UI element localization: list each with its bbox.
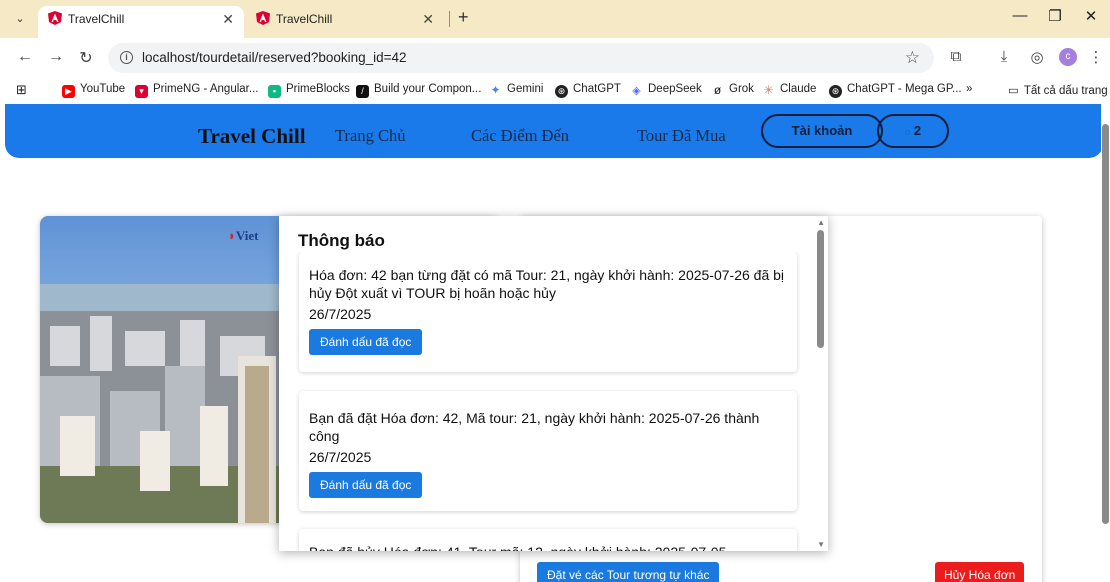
logo-text: Viet xyxy=(235,228,259,243)
bookmark-deepseek[interactable]: ◈ DeepSeek xyxy=(630,83,702,98)
bookmark-label: Tất cả dấu trang xyxy=(1023,85,1108,97)
profile-avatar[interactable]: c xyxy=(1059,48,1077,66)
notification-list[interactable]: Hóa đơn: 42 bạn từng đặt có mã Tour: 21,… xyxy=(279,252,814,551)
forward-icon[interactable]: → xyxy=(46,48,66,66)
primeng-icon: ▾ xyxy=(135,85,148,98)
notification-text: Bạn đã đặt Hóa đơn: 42, Mã tour: 21, ngà… xyxy=(309,410,760,444)
bookmarks-overflow-icon[interactable]: » xyxy=(966,83,972,95)
bell-icon: ◌ xyxy=(904,127,911,137)
site-navbar: Travel Chill Trang Chủ Các Điểm Đến Tour… xyxy=(5,104,1103,158)
bookmark-label: Build your Compon... xyxy=(374,83,482,95)
notification-dropdown: Thông báo Hóa đơn: 42 bạn từng đặt có mã… xyxy=(279,216,828,551)
reload-icon[interactable]: ↻ xyxy=(76,48,96,68)
bookmark-label: Gemini xyxy=(507,83,544,95)
menu-kebab-icon[interactable]: ⋮ xyxy=(1086,48,1106,66)
close-window-icon[interactable]: ✕ xyxy=(1076,7,1106,25)
bookmark-chatgpt-mega[interactable]: ⊛ ChatGPT - Mega GP... xyxy=(829,83,962,98)
cancel-invoice-button[interactable]: Hủy Hóa đơn xyxy=(935,562,1025,582)
primeblocks-icon: ▪ xyxy=(268,85,281,98)
logo-icon: ◗ xyxy=(228,228,236,243)
bookmark-v0[interactable]: / Build your Compon... xyxy=(356,83,481,98)
book-similar-tours-button[interactable]: Đặt vé các Tour tương tự khác xyxy=(537,562,720,582)
bookmark-primeng[interactable]: ▾ PrimeNG - Angular... xyxy=(135,83,258,98)
tab-divider xyxy=(449,11,450,27)
bookmark-label: Claude xyxy=(780,83,817,95)
tab-close-icon[interactable]: ✕ xyxy=(422,6,434,32)
nav-link-home[interactable]: Trang Chủ xyxy=(335,126,405,146)
brand-watermark: ◗Viet xyxy=(228,228,258,244)
notification-text: Bạn đã hủy Hóa đơn: 41, Tour mã: 12, ngà… xyxy=(309,543,785,551)
notification-date: 26/7/2025 xyxy=(309,449,372,465)
deepseek-icon: ◈ xyxy=(632,85,641,97)
lens-icon[interactable]: ◎ xyxy=(1027,48,1047,66)
notification-item: Bạn đã đặt Hóa đơn: 42, Mã tour: 21, ngà… xyxy=(299,391,797,511)
tab-strip: ⌄ TravelChill ✕ TravelChill ✕ + — ❐ ✕ xyxy=(0,0,1110,38)
bookmark-gemini[interactable]: ✦ Gemini xyxy=(489,83,543,97)
chatgpt-icon: ⊛ xyxy=(555,85,568,98)
page-content: Travel Chill Trang Chủ Các Điểm Đến Tour… xyxy=(0,104,1110,582)
tab-travelchill[interactable]: TravelChill ✕ xyxy=(248,6,444,38)
notification-button[interactable]: ◌ 2 xyxy=(877,114,949,148)
bookmark-primeblocks[interactable]: ▪ PrimeBlocks xyxy=(268,83,350,98)
bookmark-grok[interactable]: ø Grok xyxy=(711,83,754,97)
bookmark-chatgpt[interactable]: ⊛ ChatGPT xyxy=(555,83,621,98)
bookmark-youtube[interactable]: ▶ YouTube xyxy=(62,83,125,98)
tab-title: TravelChill xyxy=(68,12,125,26)
account-button[interactable]: Tài khoản xyxy=(761,114,883,148)
angular-favicon-icon xyxy=(48,11,62,25)
folder-icon: ▭ xyxy=(1008,85,1019,97)
tab-search-chevron-icon[interactable]: ⌄ xyxy=(9,9,31,29)
youtube-icon: ▶ xyxy=(62,85,75,98)
apps-grid-icon[interactable]: ⊞ xyxy=(16,82,27,98)
notification-count: 2 xyxy=(913,123,922,138)
bookmark-label: PrimeBlocks xyxy=(286,83,350,95)
mark-as-read-button[interactable]: Đánh dấu đã đọc xyxy=(309,329,423,355)
tab-close-icon[interactable]: ✕ xyxy=(222,6,234,32)
site-info-icon[interactable]: i xyxy=(120,51,133,64)
download-icon[interactable]: ⤓ xyxy=(994,48,1014,65)
page-scrollbar-thumb[interactable] xyxy=(1102,124,1109,524)
bookmark-label: PrimeNG - Angular... xyxy=(153,83,259,95)
notification-title: Thông báo xyxy=(298,231,385,250)
new-tab-icon[interactable]: + xyxy=(458,7,469,28)
all-bookmarks-folder[interactable]: ▭ Tất cả dấu trang xyxy=(1008,83,1108,97)
scroll-down-arrow-icon[interactable]: ▼ xyxy=(817,540,825,549)
angular-favicon-icon xyxy=(256,11,270,25)
tab-travelchill-active[interactable]: TravelChill ✕ xyxy=(38,6,244,38)
mark-as-read-button[interactable]: Đánh dấu đã đọc xyxy=(309,472,423,498)
scroll-up-arrow-icon[interactable]: ▲ xyxy=(817,218,825,227)
brand-logo[interactable]: Travel Chill xyxy=(198,124,306,149)
notification-text: Hóa đơn: 42 bạn từng đặt có mã Tour: 21,… xyxy=(309,267,785,301)
bookmark-claude[interactable]: ✳ Claude xyxy=(762,83,816,97)
bookmark-label: ChatGPT xyxy=(573,83,621,95)
nav-link-destinations[interactable]: Các Điểm Đến xyxy=(471,126,569,146)
notification-item: Bạn đã hủy Hóa đơn: 41, Tour mã: 12, ngà… xyxy=(299,529,797,551)
bookmark-label: YouTube xyxy=(80,83,126,95)
notification-date: 26/7/2025 xyxy=(309,306,372,322)
tab-title: TravelChill xyxy=(276,12,333,26)
gemini-icon: ✦ xyxy=(490,83,501,97)
bookmark-star-icon[interactable]: ☆ xyxy=(905,48,920,68)
notification-item: Hóa đơn: 42 bạn từng đặt có mã Tour: 21,… xyxy=(299,252,797,372)
chatgpt-icon: ⊛ xyxy=(829,85,842,98)
browser-toolbar: ← → ↻ i localhost/tourdetail/reserved?bo… xyxy=(0,38,1110,78)
extensions-icon[interactable]: ⧉ xyxy=(946,48,966,65)
bookmarks-bar: ⊞ ▶ YouTube ▾ PrimeNG - Angular... ▪ PrimeB… xyxy=(0,78,1110,104)
notification-scrollbar[interactable]: ▲ ▼ xyxy=(814,216,828,551)
restore-icon[interactable]: ❐ xyxy=(1040,7,1070,25)
back-icon[interactable]: ← xyxy=(15,48,35,66)
v0-icon: / xyxy=(356,85,369,98)
bookmark-label: ChatGPT - Mega GP... xyxy=(847,83,962,95)
address-bar[interactable]: i localhost/tourdetail/reserved?booking_… xyxy=(108,43,934,73)
bookmark-label: DeepSeek xyxy=(648,83,702,95)
page-scrollbar[interactable] xyxy=(1101,104,1110,582)
minimize-icon[interactable]: — xyxy=(1005,7,1035,24)
nav-link-purchased-tours[interactable]: Tour Đã Mua xyxy=(637,126,726,146)
scrollbar-thumb[interactable] xyxy=(817,230,824,348)
grok-icon: ø xyxy=(713,83,722,97)
bookmark-label: Grok xyxy=(729,83,754,95)
claude-icon: ✳ xyxy=(763,83,774,97)
url-text[interactable]: localhost/tourdetail/reserved?booking_id… xyxy=(142,50,407,65)
